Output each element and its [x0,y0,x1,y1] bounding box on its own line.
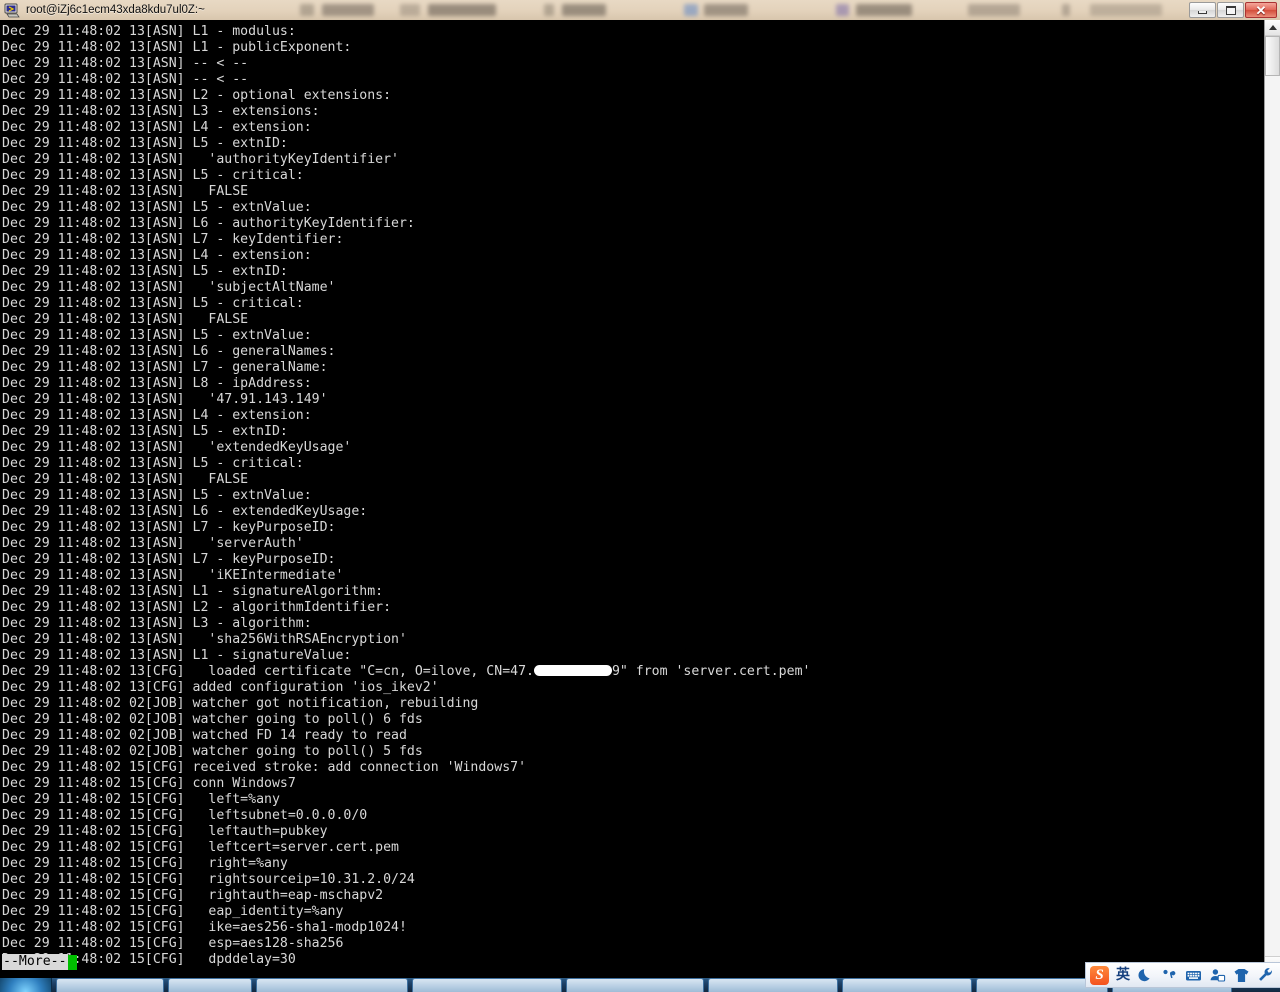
screen-root: root@iZj6c1ecm43xda8kdu7ul0Z:~ ✕ Dec 29 … [0,0,1280,992]
taskbar-item[interactable] [256,978,408,992]
terminal-line: Dec 29 11:48:02 13[ASN] -- < -- [2,72,249,87]
terminal-line: Dec 29 11:48:02 15[CFG] esp=aes128-sha25… [2,936,344,951]
terminal-line: Dec 29 11:48:02 15[CFG] left=%any [2,792,280,807]
punctuation-icon[interactable] [1161,967,1178,984]
terminal-line: Dec 29 11:48:02 13[ASN] 'iKEIntermediate… [2,568,344,583]
terminal-line: Dec 29 11:48:02 13[ASN] L8 - ipAddress: [2,376,312,391]
terminal-line: Dec 29 11:48:02 13[ASN] L1 - signatureVa… [2,648,352,663]
scroll-up-arrow[interactable] [1265,20,1280,36]
terminal-line: Dec 29 11:48:02 13[ASN] L1 - publicExpon… [2,40,352,55]
terminal-line: Dec 29 11:48:02 13[ASN] FALSE [2,184,249,199]
terminal-line: Dec 29 11:48:02 15[CFG] conn Windows7 [2,776,296,791]
terminal-line: Dec 29 11:48:02 13[ASN] L3 - extensions: [2,104,320,119]
terminal-line: Dec 29 11:48:02 15[CFG] right=%any [2,856,288,871]
close-button[interactable]: ✕ [1245,2,1277,18]
taskbar-item[interactable] [412,978,562,992]
terminal-line: Dec 29 11:48:02 13[ASN] L3 - algorithm: [2,616,312,631]
terminal-line: Dec 29 11:48:02 13[ASN] L1 - signatureAl… [2,584,384,599]
taskbar-item[interactable] [168,978,252,992]
minimize-icon [1198,11,1207,14]
terminal-line: Dec 29 11:48:02 13[CFG] loaded certifica… [0,664,1264,680]
terminal-line: Dec 29 11:48:02 13[ASN] -- < -- [2,56,249,71]
putty-icon [4,2,20,18]
terminal-line: Dec 29 11:48:02 13[ASN] L5 - critical: [2,168,304,183]
terminal-line: Dec 29 11:48:02 13[ASN] L4 - extension: [2,408,312,423]
terminal-line: Dec 29 11:48:02 13[ASN] L5 - extnValue: [2,488,312,503]
scrollbar-track[interactable] [1265,36,1280,956]
terminal-scrollbar[interactable] [1264,20,1280,972]
terminal-line: Dec 29 11:48:02 13[ASN] 'serverAuth' [2,536,304,551]
terminal-line: Dec 29 11:48:02 13[ASN] L2 - algorithmId… [2,600,392,615]
terminal-line: Dec 29 11:48:02 02[JOB] watcher going to… [2,744,423,759]
terminal-line: Dec 29 11:48:02 13[ASN] L7 - keyIdentifi… [2,232,344,247]
terminal-line: Dec 29 11:48:02 13[ASN] FALSE [2,472,249,487]
maximize-icon [1225,5,1236,15]
terminal-line: Dec 29 11:48:02 13[ASN] 'subjectAltName' [2,280,336,295]
maximize-button[interactable] [1217,2,1244,18]
terminal-line: Dec 29 11:48:02 13[ASN] L2 - optional ex… [2,88,392,103]
terminal-line: Dec 29 11:48:02 02[JOB] watched FD 14 re… [2,728,407,743]
redaction-bar [533,665,612,676]
terminal-output[interactable]: Dec 29 11:48:02 13[ASN] L1 - modulus: Dec… [0,20,1264,972]
skin-icon[interactable] [1233,967,1250,984]
terminal-line: Dec 29 11:48:02 13[ASN] L6 - extendedKey… [2,504,368,519]
terminal-line: Dec 29 11:48:02 13[ASN] L5 - extnID: [2,136,288,151]
terminal-line: Dec 29 11:48:02 13[CFG] added configurat… [2,680,439,695]
terminal-line: Dec 29 11:48:02 13[ASN] 'sha256WithRSAEn… [2,632,407,647]
window-titlebar[interactable]: root@iZj6c1ecm43xda8kdu7ul0Z:~ ✕ [0,0,1280,20]
minimize-button[interactable] [1189,2,1216,18]
ime-mode-label[interactable]: 英 [1116,968,1130,982]
ime-toolbar[interactable]: S 英 [1085,962,1280,988]
moon-icon[interactable] [1137,967,1154,984]
terminal-line: Dec 29 11:48:02 13[ASN] L6 - generalName… [2,344,336,359]
terminal-line: Dec 29 11:48:02 13[ASN] FALSE [2,312,249,327]
chevron-up-icon [1268,25,1277,30]
terminal-line: Dec 29 11:48:02 13[ASN] 'extendedKeyUsag… [2,440,352,455]
scroll-thumb[interactable] [1265,36,1280,76]
terminal-line: Dec 29 11:48:02 13[ASN] L7 - generalName… [2,360,328,375]
window-controls: ✕ [1188,0,1277,20]
terminal-line: Dec 29 11:48:02 13[ASN] L5 - extnID: [2,424,288,439]
terminal-line: Dec 29 11:48:02 13[ASN] L5 - extnValue: [2,328,312,343]
terminal-line: Dec 29 11:48:02 13[ASN] '47.91.143.149' [2,392,328,407]
more-prompt-row[interactable]: --More-- [0,954,77,970]
toolbox-wrench-icon[interactable] [1257,967,1274,984]
terminal-line: Dec 29 11:48:02 15[CFG] leftsubnet=0.0.0… [2,808,368,823]
terminal-line: Dec 29 11:48:02 02[JOB] watcher going to… [2,712,423,727]
terminal-line: Dec 29 11:48:02 13[ASN] L7 - keyPurposeI… [2,552,336,567]
terminal-line: Dec 29 11:48:02 13[ASN] L1 - modulus: [2,24,296,39]
terminal-line: Dec 29 11:48:02 13[ASN] L5 - extnID: [2,264,288,279]
start-button[interactable] [0,978,52,992]
terminal-line-text: Dec 29 11:48:02 13[CFG] loaded certifica… [2,664,534,679]
close-icon: ✕ [1255,2,1267,18]
terminal-line: Dec 29 11:48:02 13[ASN] L4 - extension: [2,120,312,135]
soft-keyboard-icon[interactable] [1185,967,1202,984]
terminal-line: Dec 29 11:48:02 13[ASN] L7 - keyPurposeI… [2,520,336,535]
user-center-icon[interactable] [1209,967,1226,984]
terminal-line: Dec 29 11:48:02 15[CFG] rightsourceip=10… [2,872,415,887]
terminal-line: Dec 29 11:48:02 15[CFG] leftcert=server.… [2,840,399,855]
terminal-line: Dec 29 11:48:02 13[ASN] L6 - authorityKe… [2,216,415,231]
terminal-line: Dec 29 11:48:02 13[ASN] 'authorityKeyIde… [2,152,399,167]
terminal-line: Dec 29 11:48:02 15[CFG] ike=aes256-sha1-… [2,920,407,935]
taskbar-item[interactable] [56,978,164,992]
terminal-line: Dec 29 11:48:02 15[CFG] received stroke:… [2,760,527,775]
block-cursor [67,954,77,970]
terminal-line: Dec 29 11:48:02 13[ASN] L5 - critical: [2,456,304,471]
window-title: root@iZj6c1ecm43xda8kdu7ul0Z:~ [26,4,205,16]
terminal-line: Dec 29 11:48:02 15[CFG] dpddelay=30 [2,952,296,967]
terminal-line: Dec 29 11:48:02 13[ASN] L5 - critical: [2,296,304,311]
terminal-line: Dec 29 11:48:02 13[ASN] L4 - extension: [2,248,312,263]
taskbar-item[interactable] [708,978,838,992]
terminal-line: Dec 29 11:48:02 13[ASN] L5 - extnValue: [2,200,312,215]
terminal-line: Dec 29 11:48:02 15[CFG] eap_identity=%an… [2,904,344,919]
terminal-line-text-tail: 9" from 'server.cert.pem' [611,664,811,679]
terminal-line: Dec 29 11:48:02 02[JOB] watcher got noti… [2,696,479,711]
taskbar-item[interactable] [842,978,972,992]
sogou-logo-icon[interactable]: S [1090,965,1109,985]
more-prompt-label: --More-- [2,954,68,970]
terminal-line: Dec 29 11:48:02 15[CFG] leftauth=pubkey [2,824,328,839]
terminal-line: Dec 29 11:48:02 15[CFG] rightauth=eap-ms… [2,888,384,903]
taskbar-item[interactable] [566,978,704,992]
